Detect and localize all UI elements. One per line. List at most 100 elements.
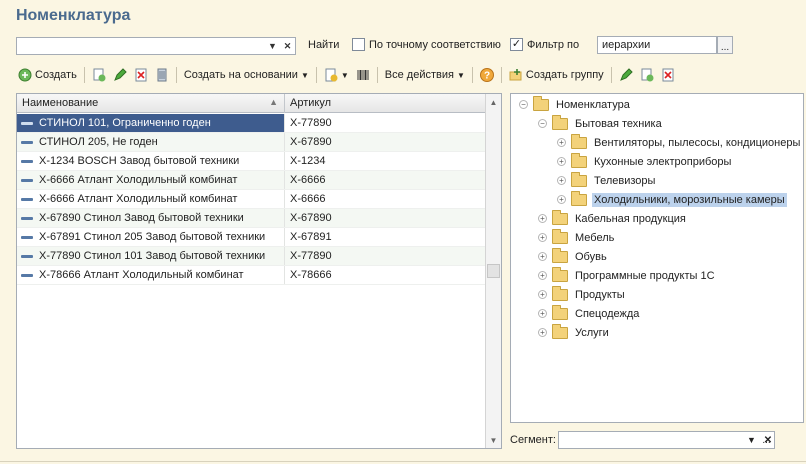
copy-icon[interactable] <box>92 68 106 82</box>
segment-input[interactable]: ▼ ... <box>558 431 775 449</box>
delete-icon[interactable] <box>134 68 148 82</box>
folder-add-icon <box>509 68 523 82</box>
table-row[interactable]: Х-77890 Стинол 101 Завод бытовой техники… <box>17 247 486 266</box>
column-header-sku[interactable]: Артикул <box>285 94 486 113</box>
delete-group-icon[interactable] <box>661 68 675 82</box>
tree-node[interactable]: + Услуги <box>538 323 611 342</box>
filter-select-button[interactable]: ... <box>717 36 733 54</box>
tree-node-label: Телевизоры <box>594 174 656 187</box>
expand-icon[interactable]: + <box>538 290 547 299</box>
expand-icon[interactable]: + <box>557 195 566 204</box>
tree-node-label: Бытовая техника <box>575 117 662 130</box>
cell-name: Х-6666 Атлант Холодильный комбинат <box>17 171 285 189</box>
item-marker-icon <box>21 217 33 220</box>
cell-name-text: Х-67890 Стинол Завод бытовой техники <box>39 212 244 224</box>
filter-field[interactable]: иерархии <box>597 36 717 54</box>
cell-name: Х-67890 Стинол Завод бытовой техники <box>17 209 285 227</box>
edit-pencil-icon[interactable] <box>113 68 127 82</box>
folder-icon <box>552 304 568 320</box>
tree-node-label: Мебель <box>575 231 615 244</box>
find-button[interactable]: Найти <box>308 39 339 51</box>
clear-icon[interactable]: ✕ <box>280 38 295 54</box>
expand-icon[interactable]: + <box>538 252 547 261</box>
scroll-down-icon[interactable]: ▼ <box>486 432 501 448</box>
table-row[interactable]: Х-67891 Стинол 205 Завод бытовой техники… <box>17 228 486 247</box>
table-row[interactable]: Х-67890 Стинол Завод бытовой техники Х-67… <box>17 209 486 228</box>
search-input[interactable]: ▼ ✕ <box>16 37 296 55</box>
expand-icon[interactable]: + <box>538 271 547 280</box>
window-bottom-divider <box>0 461 806 462</box>
scroll-thumb[interactable] <box>487 264 500 278</box>
table-row[interactable]: СТИНОЛ 101, Ограниченно годен Х-77890 <box>17 114 486 133</box>
column-header-name[interactable]: Наименование ▲ <box>17 94 285 113</box>
item-marker-icon <box>21 122 33 125</box>
cell-sku: Х-77890 <box>290 117 332 129</box>
folder-icon <box>571 133 587 149</box>
expand-icon[interactable]: + <box>557 138 566 147</box>
dropdown-arrow-icon[interactable]: ▼ <box>744 432 759 448</box>
help-icon[interactable]: ? <box>479 68 494 82</box>
copy-group-icon[interactable] <box>640 68 654 82</box>
toolbar-divider <box>83 67 85 83</box>
tree-node[interactable]: + Мебель <box>538 228 616 247</box>
filter-label: Фильтр по <box>527 38 580 51</box>
item-marker-icon <box>21 141 33 144</box>
all-actions-menu[interactable]: Все действия ▼ <box>385 69 465 81</box>
tree-node[interactable]: + Телевизоры <box>557 171 657 190</box>
cell-name-text: Х-6666 Атлант Холодильный комбинат <box>39 174 238 186</box>
create-button[interactable]: Создать <box>18 68 77 82</box>
tree-node[interactable]: + Кабельная продукция <box>538 209 688 228</box>
expand-icon[interactable]: + <box>557 176 566 185</box>
cell-sku: Х-1234 <box>290 155 326 167</box>
tree-node[interactable]: + Программные продукты 1С <box>538 266 717 285</box>
collapse-icon[interactable]: − <box>538 119 547 128</box>
tree-node[interactable]: + Вентиляторы, пылесосы, кондиционеры <box>557 133 802 152</box>
dropdown-arrow-icon[interactable]: ▼ <box>265 38 280 54</box>
tree-node[interactable]: + Холодильники, морозильные камеры <box>557 190 787 209</box>
scroll-up-icon[interactable]: ▲ <box>486 94 501 110</box>
item-marker-icon <box>21 198 33 201</box>
table-row[interactable]: Х-6666 Атлант Холодильный комбинат Х-6666 <box>17 190 486 209</box>
expand-icon[interactable]: + <box>538 328 547 337</box>
tree-node[interactable]: − Бытовая техника <box>538 114 664 133</box>
svg-text:?: ? <box>484 71 490 82</box>
exact-match-label: По точному соответствию <box>369 38 501 51</box>
plus-circle-icon <box>18 68 32 82</box>
list-icon[interactable] <box>155 68 169 82</box>
item-marker-icon <box>21 160 33 163</box>
tree-node[interactable]: + Обувь <box>538 247 609 266</box>
expand-icon[interactable]: + <box>538 233 547 242</box>
documents-menu[interactable]: ▼ <box>324 68 349 82</box>
table-row[interactable]: Х-78666 Атлант Холодильный комбинат Х-786… <box>17 266 486 285</box>
cell-sku: Х-6666 <box>290 193 326 205</box>
create-group-button[interactable]: Создать группу <box>509 68 604 82</box>
table-row[interactable]: Х-1234 BOSCH Завод бытовой техники Х-1234 <box>17 152 486 171</box>
all-actions-label: Все действия <box>384 69 454 81</box>
create-based-on-menu[interactable]: Создать на основании ▼ <box>184 69 309 81</box>
tree-node[interactable]: − Номенклатура <box>519 95 632 114</box>
create-group-label: Создать группу <box>525 69 604 81</box>
exact-match-checkbox[interactable] <box>352 38 365 51</box>
collapse-icon[interactable]: − <box>519 100 528 109</box>
table-row[interactable]: Х-6666 Атлант Холодильный комбинат Х-6666 <box>17 171 486 190</box>
expand-icon[interactable]: + <box>538 214 547 223</box>
tree-node[interactable]: + Спецодежда <box>538 304 641 323</box>
toolbar-divider <box>471 67 473 83</box>
edit-group-pencil-icon[interactable] <box>619 68 633 82</box>
segment-clear-icon[interactable]: ✕ <box>760 431 776 449</box>
tree-node[interactable]: + Продукты <box>538 285 627 304</box>
expand-icon[interactable]: + <box>538 309 547 318</box>
hierarchy-tree[interactable]: − Номенклатура − Бытовая техника + Вентилятор… <box>510 93 804 423</box>
tree-node[interactable]: + Кухонные электроприборы <box>557 152 733 171</box>
expand-icon[interactable]: + <box>557 157 566 166</box>
table-row[interactable]: СТИНОЛ 205, Не годен Х-67890 <box>17 133 486 152</box>
tree-node-label: Кабельная продукция <box>575 212 686 225</box>
filter-checkbox[interactable]: ✓ <box>510 38 523 51</box>
document-icon <box>324 68 338 82</box>
barcode-icon[interactable] <box>356 68 370 82</box>
items-table[interactable]: Наименование ▲ Артикул СТИНОЛ 101, Огран… <box>16 93 502 449</box>
folder-icon <box>552 247 568 263</box>
cell-name-text: СТИНОЛ 101, Ограниченно годен <box>39 117 211 129</box>
cell-name: Х-78666 Атлант Холодильный комбинат <box>17 266 285 284</box>
table-scrollbar[interactable]: ▲ ▼ <box>485 94 501 448</box>
